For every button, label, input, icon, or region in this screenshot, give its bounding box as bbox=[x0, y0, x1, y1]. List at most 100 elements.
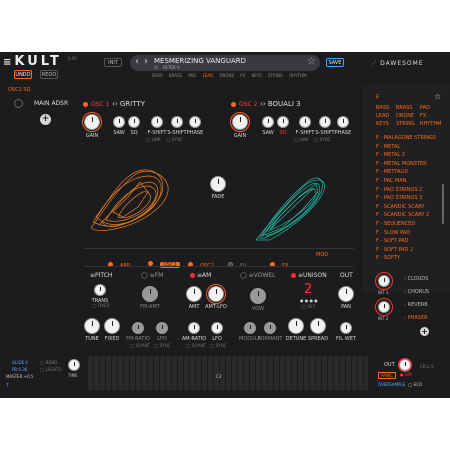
fx-reverb-item[interactable]: › REVERB bbox=[404, 302, 428, 308]
osc1-sshift-knob[interactable] bbox=[171, 116, 183, 128]
category-pad[interactable]: PAD bbox=[188, 73, 196, 78]
browser-cat-bass[interactable]: BASS bbox=[376, 104, 396, 112]
osc2-sshift-knob[interactable] bbox=[319, 116, 331, 128]
category-fx[interactable]: FX bbox=[240, 73, 245, 78]
osc1-fshift-knob[interactable] bbox=[151, 116, 163, 128]
browser-cat-string[interactable]: STRING bbox=[396, 120, 420, 128]
formant-knob[interactable] bbox=[264, 322, 276, 334]
undo-button[interactable]: UNDO bbox=[14, 70, 32, 79]
browser-cat-fx[interactable]: FX bbox=[420, 112, 438, 120]
redo-button[interactable]: REDO bbox=[40, 70, 58, 79]
fixed-knob[interactable] bbox=[104, 318, 120, 334]
legato-option[interactable]: ◯ LEGATO bbox=[40, 367, 62, 372]
add-modulator-button[interactable]: + bbox=[40, 114, 51, 125]
unison-set-option[interactable]: ◯ SET bbox=[302, 304, 315, 309]
list-item[interactable]: F - PAD STRINGS 3 bbox=[376, 194, 446, 203]
am-quant-option[interactable]: ◯ QUANT bbox=[186, 343, 206, 348]
glide-readout[interactable]: GLIDE 0 bbox=[12, 360, 28, 365]
list-item[interactable]: F - MALAGONE STRINGS bbox=[376, 134, 446, 143]
fx-chorus-item[interactable]: › CHORUS bbox=[404, 289, 429, 295]
fm-ratio-knob[interactable] bbox=[132, 322, 144, 334]
tab-fil[interactable]: FIL bbox=[228, 252, 247, 271]
browser-cat-lead[interactable]: LEAD bbox=[376, 112, 396, 120]
osc2-saw-knob[interactable] bbox=[262, 116, 274, 128]
fm-quant-option[interactable]: ◯ QUANT bbox=[130, 343, 150, 348]
category-keys[interactable]: KEYS bbox=[252, 73, 262, 78]
fade-knob[interactable] bbox=[210, 176, 226, 192]
osc2-shape-selector[interactable]: ‹› BOUALI 3 bbox=[260, 100, 301, 108]
preset-name[interactable]: MESMERIZING VANGUARD bbox=[154, 57, 246, 65]
master-value[interactable]: +0.5 bbox=[24, 374, 34, 379]
list-item[interactable]: F - SLOW PAD bbox=[376, 229, 446, 238]
adsr-toggle[interactable] bbox=[14, 99, 23, 108]
am-sync-option[interactable]: ◯ SYNC bbox=[210, 343, 227, 348]
detune-knob[interactable] bbox=[288, 318, 304, 334]
list-item[interactable]: F - METAL bbox=[376, 143, 446, 152]
osc1-power-dot[interactable] bbox=[83, 102, 88, 107]
prev-preset-icon[interactable]: ‹ bbox=[135, 56, 139, 67]
favorites-star-icon[interactable]: ☆ bbox=[434, 92, 441, 101]
trans-knob[interactable] bbox=[94, 284, 106, 296]
am-amt-knob[interactable] bbox=[186, 286, 202, 302]
tab-fx[interactable]: FX bbox=[270, 252, 288, 271]
main-adsr-label[interactable]: MAIN ADSR bbox=[34, 100, 68, 107]
browser-cat-rhythm[interactable]: RHYTHM bbox=[420, 120, 441, 128]
osc2-power-dot[interactable] bbox=[231, 102, 236, 107]
category-rhythm[interactable]: RHYTHM bbox=[289, 73, 306, 78]
osc2-sync-option[interactable]: ◯ SYNC bbox=[314, 137, 331, 142]
bend-option[interactable]: ◯ BEND bbox=[40, 360, 57, 365]
fx-phaser-item[interactable]: › PHASER bbox=[404, 315, 428, 321]
osc2-fshift-knob[interactable] bbox=[299, 116, 311, 128]
list-item[interactable]: F - SOFT PAD bbox=[376, 237, 446, 246]
fx-int1-knob[interactable] bbox=[378, 275, 390, 287]
unison-power-dot[interactable] bbox=[291, 273, 296, 278]
category-brass[interactable]: BRASS bbox=[169, 73, 182, 78]
list-item[interactable]: F - SOFTY bbox=[376, 254, 446, 263]
osc2-link-option[interactable]: ◯ LINK bbox=[294, 137, 309, 142]
am-ratio-knob[interactable] bbox=[188, 322, 200, 334]
preset-list-scrollbar[interactable] bbox=[442, 184, 444, 224]
preset-filter-letter[interactable]: F bbox=[376, 94, 379, 101]
osc2-phase-knob[interactable] bbox=[337, 116, 349, 128]
list-item[interactable]: F - SCANDIC SCARY 2 bbox=[376, 211, 446, 220]
osc1-gain-knob[interactable] bbox=[84, 114, 100, 130]
list-item[interactable]: F - METAL MONSTER bbox=[376, 160, 446, 169]
tab-osc1[interactable]: OSC1 bbox=[148, 251, 180, 270]
category-lead[interactable]: LEAD bbox=[203, 73, 214, 78]
tab-mod[interactable]: MOD bbox=[316, 252, 328, 258]
panic-button[interactable]: PANIC bbox=[378, 372, 396, 379]
osc1-link-option[interactable]: ◯ LINK bbox=[146, 137, 161, 142]
vow-knob[interactable] bbox=[250, 288, 266, 304]
list-item[interactable]: F - METAL 2 bbox=[376, 151, 446, 160]
list-item[interactable]: F - METTALIX bbox=[376, 168, 446, 177]
am-power-dot[interactable] bbox=[190, 273, 195, 278]
save-button[interactable]: SAVE bbox=[326, 58, 344, 67]
list-item[interactable]: F - PAD STRINGS 2 bbox=[376, 186, 446, 195]
modula-knob[interactable] bbox=[244, 322, 256, 334]
add-fx-button[interactable]: + bbox=[420, 327, 429, 336]
list-item[interactable]: F - SOFT PAD 2 bbox=[376, 246, 446, 255]
am-amt-lfo-knob[interactable] bbox=[208, 286, 224, 302]
unison-voice-count[interactable]: 2 bbox=[304, 282, 312, 297]
output-volume-knob[interactable] bbox=[399, 359, 411, 371]
tune-knob[interactable] bbox=[84, 318, 100, 334]
init-button[interactable]: INIT bbox=[104, 58, 122, 67]
help-icon[interactable]: ? bbox=[6, 383, 9, 389]
osc1-sync-option[interactable]: ◯ SYNC bbox=[166, 137, 183, 142]
tab-arp[interactable]: ARP bbox=[108, 252, 130, 271]
favorite-star-icon[interactable]: ☆ bbox=[307, 56, 316, 67]
pitch-fixed-switch[interactable]: ◯ FIXED bbox=[92, 303, 110, 308]
eco-option[interactable]: ◯ ECO bbox=[408, 382, 422, 387]
fil-wet-knob[interactable] bbox=[340, 322, 352, 334]
am-lfo-knob[interactable] bbox=[211, 322, 223, 334]
category-bass[interactable]: BASS bbox=[152, 73, 163, 78]
next-preset-icon[interactable]: › bbox=[144, 56, 148, 67]
osc2-gain-knob[interactable] bbox=[232, 114, 248, 130]
pan-knob[interactable] bbox=[338, 286, 354, 302]
glide-time-knob[interactable] bbox=[68, 359, 80, 371]
fm-lfo-knob[interactable] bbox=[156, 322, 168, 334]
osc1-shape-selector[interactable]: ‹› GRITTY bbox=[112, 100, 145, 108]
browser-cat-keys[interactable]: KEYS bbox=[376, 120, 396, 128]
list-item[interactable]: F - SCANDIC SCARY bbox=[376, 203, 446, 212]
osc1-phase-knob[interactable] bbox=[189, 116, 201, 128]
